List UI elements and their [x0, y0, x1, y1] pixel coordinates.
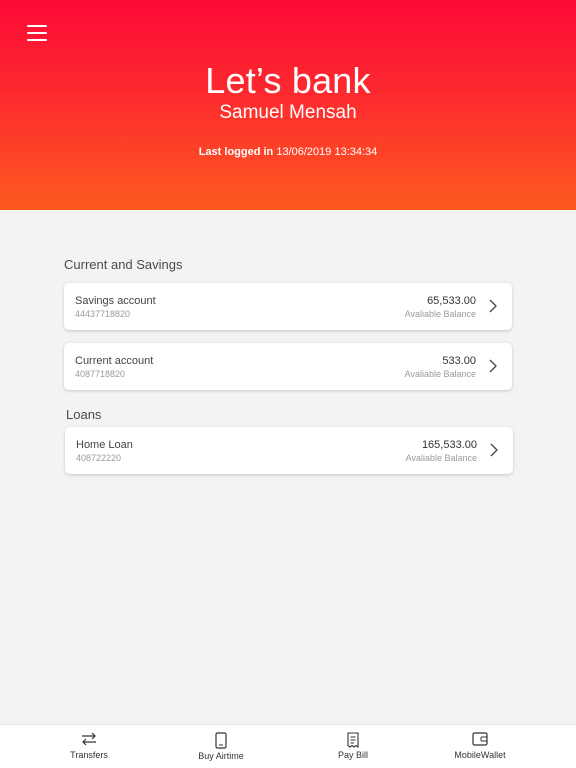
phone-icon — [215, 732, 227, 749]
wallet-icon — [472, 732, 488, 746]
account-number: 4087718820 — [75, 369, 126, 379]
chevron-right-icon — [490, 443, 498, 457]
account-name: Current account — [75, 355, 154, 367]
last-logged-value: 13/06/2019 13:34:34 — [276, 146, 378, 158]
header-banner: Let’s bank Samuel Mensah Last logged in … — [0, 0, 576, 210]
transfer-arrows-icon — [82, 732, 96, 746]
user-name: Samuel Mensah — [219, 102, 357, 123]
tab-label: Pay Bill — [337, 750, 368, 760]
bottom-tab-bar: Transfers Buy Airtime Pay Bill MobileWal… — [0, 724, 576, 768]
tab-label: Buy Airtime — [198, 751, 244, 761]
chevron-right-icon — [489, 299, 497, 313]
account-card-savings[interactable]: Savings account 44437718820 65,533.00 Av… — [64, 283, 512, 330]
account-amount: 65,533.00 — [427, 295, 476, 307]
tab-transfers[interactable]: Transfers — [49, 725, 129, 768]
balance-label: Avaliable Balance — [404, 309, 476, 319]
account-number: 408722220 — [76, 453, 122, 463]
account-name: Home Loan — [76, 439, 133, 451]
hamburger-menu-icon[interactable] — [27, 25, 47, 41]
account-number: 44437718820 — [75, 309, 131, 319]
account-card-current[interactable]: Current account 4087718820 533.00 Avalia… — [64, 343, 512, 390]
chevron-right-icon — [489, 359, 497, 373]
section-title-current-savings: Current and Savings — [64, 257, 183, 272]
account-amount: 533.00 — [442, 355, 476, 367]
balance-label: Avaliable Balance — [404, 369, 476, 379]
last-logged-info: Last logged in 13/06/2019 13:34:34 — [0, 146, 576, 158]
section-title-loans: Loans — [66, 407, 102, 422]
account-name: Savings account — [75, 295, 156, 307]
account-card-home-loan[interactable]: Home Loan 408722220 165,533.00 Avaliable… — [65, 427, 513, 474]
bill-icon — [347, 732, 359, 748]
tab-mobile-wallet[interactable]: MobileWallet — [440, 725, 520, 768]
tab-label: MobileWallet — [454, 750, 506, 760]
last-logged-label: Last logged in — [198, 146, 274, 158]
tab-pay-bill[interactable]: Pay Bill — [313, 725, 393, 768]
tab-buy-airtime[interactable]: Buy Airtime — [181, 725, 261, 768]
page-title: Let’s bank — [205, 60, 371, 101]
account-amount: 165,533.00 — [421, 439, 477, 451]
tab-label: Transfers — [70, 750, 108, 760]
balance-label: Avaliable Balance — [405, 453, 477, 463]
